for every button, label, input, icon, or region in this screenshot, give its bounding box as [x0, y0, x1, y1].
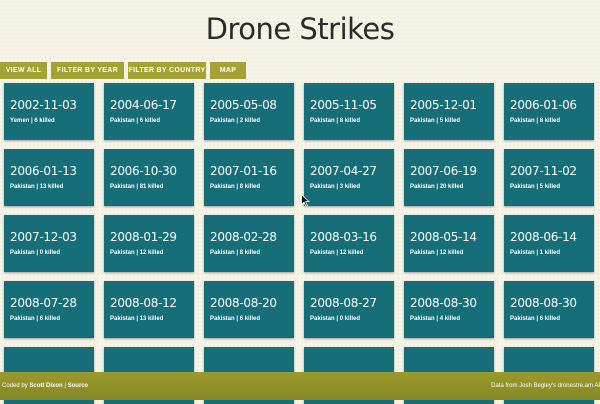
footer-credits: Coded by Scott Dixon | Source — [2, 372, 88, 400]
strike-info: Pakistan | 8 killed — [210, 184, 261, 190]
strike-info: Pakistan | 2 killed — [210, 118, 261, 124]
strike-card[interactable]: 2006-01-06 Pakistan | 8 killed — [504, 83, 594, 140]
strike-card[interactable]: 2008-05-14 Pakistan | 12 killed — [404, 215, 494, 272]
strike-date: 2005-05-08 — [210, 98, 277, 112]
strike-info: Pakistan | 12 killed — [310, 250, 364, 256]
strike-date: 2008-05-14 — [410, 230, 477, 244]
strike-date: 2007-12-03 — [10, 230, 77, 244]
arrow-cursor-icon — [301, 194, 310, 207]
strike-card[interactable]: 2008-01-29 Pakistan | 12 killed — [104, 215, 194, 272]
strike-info: Pakistan | 5 killed — [510, 184, 561, 190]
strike-card[interactable]: 2008-03-16 Pakistan | 12 killed — [304, 215, 394, 272]
strike-date: 2005-11-05 — [310, 98, 377, 112]
strike-info: Pakistan | 8 killed — [510, 118, 561, 124]
strike-card[interactable]: 2002-11-03 Yemen | 6 killed — [4, 83, 94, 140]
strike-card[interactable]: 2008-08-20 Pakistan | 6 killed — [204, 281, 294, 338]
footer-coded-by: Coded by — [2, 383, 30, 389]
strike-card[interactable]: 2008-08-30 Pakistan | 4 killed — [404, 281, 494, 338]
strike-date: 2008-08-20 — [210, 296, 277, 310]
strike-card[interactable]: 2004-06-17 Pakistan | 6 killed — [104, 83, 194, 140]
source-link[interactable]: Source — [68, 383, 88, 389]
footer: Coded by Scott Dixon | Source Data from … — [0, 372, 600, 400]
strike-card[interactable]: 2007-01-16 Pakistan | 8 killed — [204, 149, 294, 206]
strike-date: 2008-03-16 — [310, 230, 377, 244]
strike-card[interactable]: 2007-04-27 Pakistan | 3 killed — [304, 149, 394, 206]
strike-date: 2006-01-13 — [10, 164, 77, 178]
strike-info: Yemen | 6 killed — [10, 118, 55, 124]
strike-info: Pakistan | 8 killed — [210, 250, 261, 256]
strike-date: 2007-06-19 — [410, 164, 477, 178]
strike-info: Pakistan | 6 killed — [110, 118, 161, 124]
strike-card[interactable]: 2005-11-05 Pakistan | 8 killed — [304, 83, 394, 140]
strike-card[interactable]: 2008-02-28 Pakistan | 8 killed — [204, 215, 294, 272]
strike-info: Pakistan | 0 killed — [10, 250, 61, 256]
strike-date: 2008-07-28 — [10, 296, 77, 310]
strike-card[interactable]: 2008-06-14 Pakistan | 1 killed — [504, 215, 594, 272]
strike-date: 2008-08-30 — [410, 296, 477, 310]
strike-info: Pakistan | 1 killed — [510, 250, 561, 256]
strike-card[interactable]: 2008-07-28 Pakistan | 6 killed — [4, 281, 94, 338]
strike-card[interactable]: 2007-06-19 Pakistan | 20 killed — [404, 149, 494, 206]
strike-date: 2008-06-14 — [510, 230, 577, 244]
tab-view-all[interactable]: VIEW ALL — [0, 62, 47, 79]
strike-info: Pakistan | 8 killed — [310, 118, 361, 124]
strike-info: Pakistan | 6 killed — [10, 316, 61, 322]
strike-info: Pakistan | 12 killed — [410, 250, 464, 256]
strike-card[interactable]: 2008-08-12 Pakistan | 13 killed — [104, 281, 194, 338]
strike-card[interactable]: 2005-12-01 Pakistan | 5 killed — [404, 83, 494, 140]
strike-date: 2008-08-27 — [310, 296, 377, 310]
strike-info: Pakistan | 5 killed — [410, 118, 461, 124]
strike-date: 2008-02-28 — [210, 230, 277, 244]
strike-info: Pakistan | 0 killed — [310, 316, 361, 322]
strike-info: Pakistan | 6 killed — [210, 316, 261, 322]
strike-date: 2006-10-30 — [110, 164, 177, 178]
strike-card[interactable]: 2007-11-02 Pakistan | 5 killed — [504, 149, 594, 206]
strike-date: 2008-08-30 — [510, 296, 577, 310]
strike-info: Pakistan | 20 killed — [410, 184, 464, 190]
strike-date: 2007-04-27 — [310, 164, 377, 178]
strike-date: 2007-11-02 — [510, 164, 577, 178]
strike-date: 2005-12-01 — [410, 98, 477, 112]
tab-filter-by-country[interactable]: FILTER BY COUNTRY — [128, 62, 206, 79]
strike-info: Pakistan | 81 killed — [110, 184, 164, 190]
page-title: Drone Strikes — [205, 12, 395, 46]
strike-card[interactable]: 2008-08-30 Pakistan | 6 killed — [504, 281, 594, 338]
strike-date: 2008-08-12 — [110, 296, 177, 310]
strike-info: Pakistan | 3 killed — [310, 184, 361, 190]
strike-card[interactable]: 2006-01-13 Pakistan | 13 killed — [4, 149, 94, 206]
strike-info: Pakistan | 6 killed — [510, 316, 561, 322]
strike-info: Pakistan | 13 killed — [10, 184, 64, 190]
tab-map[interactable]: MAP — [210, 62, 246, 79]
strike-info: Pakistan | 4 killed — [410, 316, 461, 322]
strike-date: 2006-01-06 — [510, 98, 577, 112]
tab-filter-by-year[interactable]: FILTER BY YEAR — [51, 62, 124, 79]
strike-card[interactable]: 2005-05-08 Pakistan | 2 killed — [204, 83, 294, 140]
author-link[interactable]: Scott Dixon — [29, 383, 62, 389]
strike-card[interactable]: 2006-10-30 Pakistan | 81 killed — [104, 149, 194, 206]
strike-date: 2007-01-16 — [210, 164, 277, 178]
strike-grid: 2002-11-03 Yemen | 6 killed 2004-06-17 Paki… — [4, 83, 600, 404]
filter-tabs: VIEW ALL FILTER BY YEAR FILTER BY COUNTR… — [0, 62, 246, 79]
footer-data-credit: Data from Josh Begley's dronestre.am API — [491, 383, 600, 389]
strike-card[interactable]: 2008-08-27 Pakistan | 0 killed — [304, 281, 394, 338]
strike-date: 2002-11-03 — [10, 98, 77, 112]
strike-card[interactable]: 2007-12-03 Pakistan | 0 killed — [4, 215, 94, 272]
strike-date: 2004-06-17 — [110, 98, 177, 112]
strike-info: Pakistan | 12 killed — [110, 250, 164, 256]
strike-date: 2008-01-29 — [110, 230, 177, 244]
strike-info: Pakistan | 13 killed — [110, 316, 164, 322]
